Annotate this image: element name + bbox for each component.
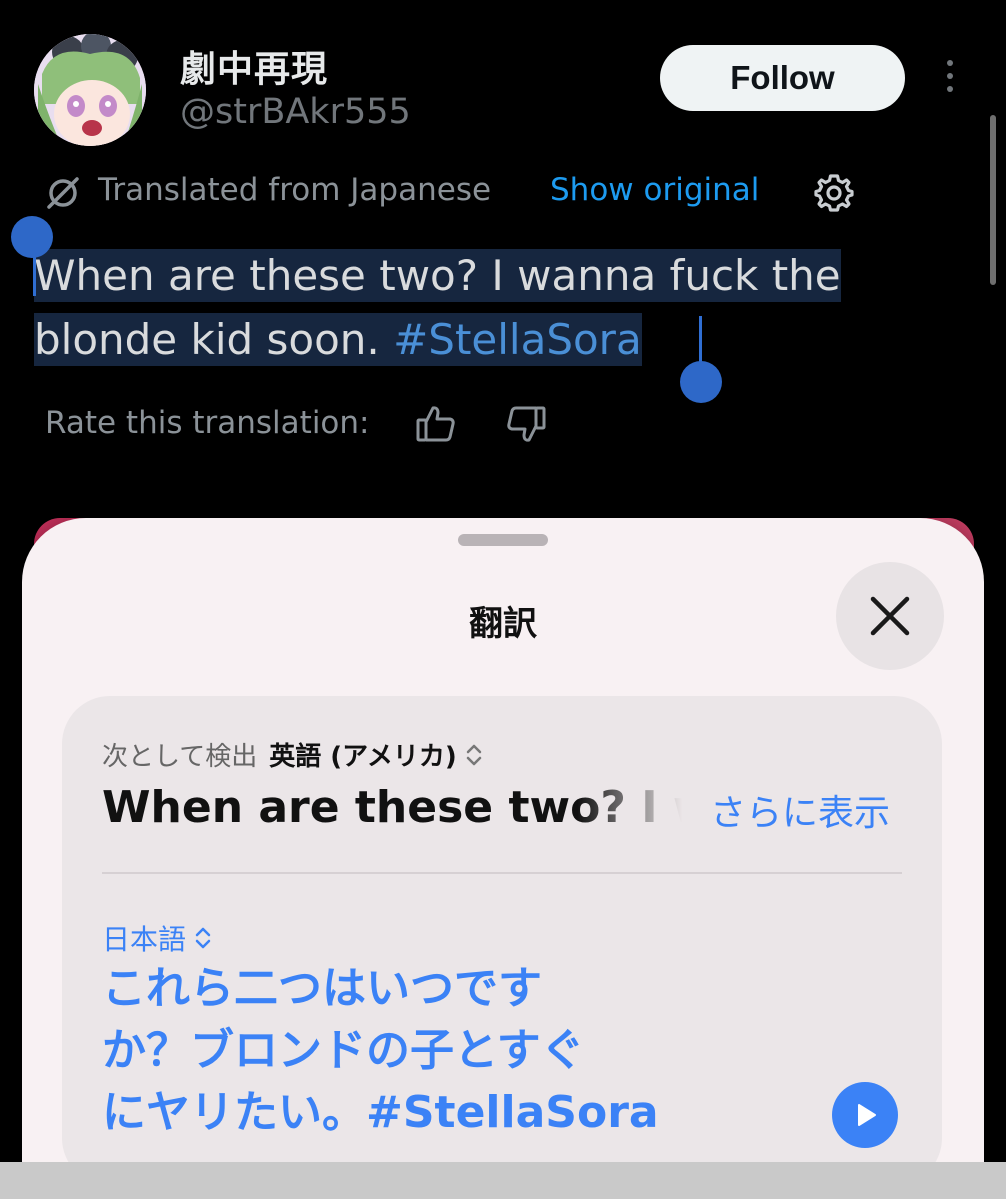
source-language: 英語 (アメリカ) xyxy=(269,742,457,772)
hashtag-link[interactable]: #StellaSora xyxy=(393,315,642,364)
thumb-down-icon[interactable] xyxy=(504,402,548,446)
follow-button[interactable]: Follow xyxy=(660,45,905,111)
tweet-text-line: blonde kid soon. xyxy=(34,315,394,364)
translate-sheet: 翻訳 次として検出 英語 (アメリカ) When are these two? … xyxy=(22,518,984,1199)
translated-text-line: これら二つはいつです xyxy=(102,963,542,1014)
play-button[interactable] xyxy=(832,1082,898,1148)
user-handle[interactable]: @strBAkr555 xyxy=(180,92,411,132)
play-icon xyxy=(858,1104,876,1126)
selection-end-handle[interactable] xyxy=(680,361,722,403)
display-name[interactable]: 劇中再現 xyxy=(180,40,328,92)
source-text: When are these two? I wanna xyxy=(102,782,682,833)
tweet-text[interactable]: When are these two? I wanna fuck the blo… xyxy=(34,244,924,372)
divider xyxy=(102,872,902,874)
translation-card: 次として検出 英語 (アメリカ) When are these two? I w… xyxy=(62,696,942,1186)
more-vertical-icon[interactable] xyxy=(940,60,960,100)
chevron-updown-icon xyxy=(195,927,211,949)
gear-icon[interactable] xyxy=(814,172,854,212)
close-icon xyxy=(870,596,910,636)
bottom-bar xyxy=(0,1162,1006,1199)
translated-text: これら二つはいつです か？ブロンドの子とすぐ にヤリたい。#StellaSora xyxy=(102,958,662,1144)
close-button[interactable] xyxy=(836,562,944,670)
translated-text-line: にヤリたい。#StellaSora xyxy=(102,1087,659,1138)
translate-icon xyxy=(45,175,81,211)
rate-translation-label: Rate this translation: xyxy=(45,405,370,441)
chevron-updown-icon xyxy=(466,744,482,765)
thumb-up-icon[interactable] xyxy=(414,402,458,446)
target-language-selector[interactable]: 日本語 xyxy=(102,918,212,958)
translated-from-label: Translated from Japanese xyxy=(98,172,492,208)
detected-as-label: 次として検出 xyxy=(102,742,258,772)
avatar[interactable] xyxy=(34,34,146,146)
show-original-link[interactable]: Show original xyxy=(550,172,759,208)
translated-text-line: か？ブロンドの子とすぐ xyxy=(102,1025,585,1076)
tweet-text-line: When are these two? I wanna fuck the xyxy=(34,249,841,302)
selection-start-handle[interactable] xyxy=(11,216,53,258)
avatar-image xyxy=(34,34,146,146)
target-language: 日本語 xyxy=(102,923,187,956)
show-more-link[interactable]: さらに表示 xyxy=(710,784,890,836)
sheet-grabber[interactable] xyxy=(458,534,548,546)
scrollbar[interactable] xyxy=(990,115,996,285)
source-language-selector[interactable]: 次として検出 英語 (アメリカ) xyxy=(102,736,483,773)
screen: 劇中再現 @strBAkr555 Follow Translated from … xyxy=(0,0,1006,1199)
